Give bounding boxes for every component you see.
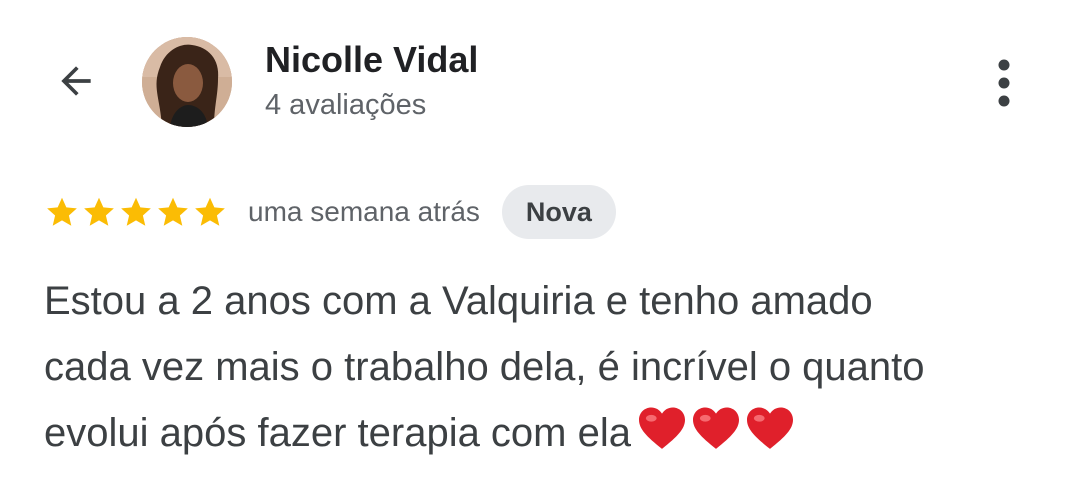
review-text: Estou a 2 anos com a Valquiria e tenho a… xyxy=(44,268,1044,466)
review-text-line-content: evolui após fazer terapia com ela xyxy=(44,411,631,455)
review-text-line: cada vez mais o trabalho dela, é incríve… xyxy=(44,334,1044,400)
review-time: uma semana atrás xyxy=(248,196,480,227)
review-text-line: evolui após fazer terapia com ela xyxy=(44,400,1044,466)
reviewer-header: Nicolle Vidal 4 avaliações xyxy=(265,38,478,124)
reviewer-name[interactable]: Nicolle Vidal xyxy=(265,38,478,82)
review-text-line: Estou a 2 anos com a Valquiria e tenho a… xyxy=(44,279,873,323)
new-badge: Nova xyxy=(501,185,616,239)
arrow-back-icon xyxy=(61,66,91,96)
rating-row: uma semana atrás Nova xyxy=(44,184,616,240)
star-icon xyxy=(84,197,114,226)
avatar-image xyxy=(142,37,232,127)
star-rating xyxy=(44,194,228,230)
red-heart-icon xyxy=(693,407,739,449)
hearts-emoji xyxy=(637,406,795,452)
star-icon xyxy=(47,197,77,226)
back-button[interactable] xyxy=(50,55,102,107)
more-vert-icon xyxy=(998,59,1010,107)
more-options-button[interactable] xyxy=(980,55,1028,111)
red-heart-icon xyxy=(747,407,793,449)
review-count[interactable]: 4 avaliações xyxy=(265,86,478,124)
star-icon xyxy=(158,197,188,226)
review-text-line-content: cada vez mais o trabalho dela, é incríve… xyxy=(44,345,925,389)
red-heart-icon xyxy=(639,407,685,449)
star-icon xyxy=(121,197,151,226)
avatar[interactable] xyxy=(142,37,232,127)
star-icon xyxy=(195,197,225,226)
